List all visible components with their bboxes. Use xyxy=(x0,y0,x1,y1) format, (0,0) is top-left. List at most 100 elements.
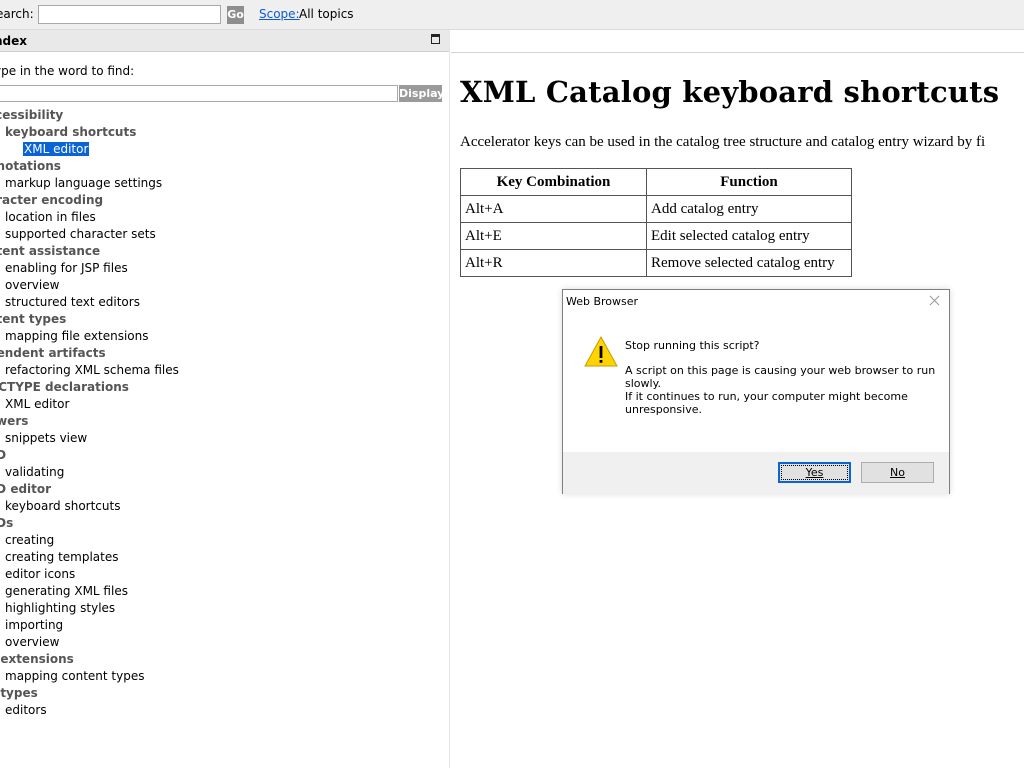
index-entry[interactable]: XML editor xyxy=(0,141,449,158)
index-entry-label: aracter encoding xyxy=(0,193,104,207)
index-group[interactable]: ntent types xyxy=(0,311,449,328)
no-button-label: No xyxy=(890,466,905,479)
index-entry-label: awers xyxy=(0,414,29,428)
table-row: Alt+E Edit selected catalog entry xyxy=(460,222,852,250)
index-entry[interactable]: XML editor xyxy=(0,396,449,413)
index-entry[interactable]: overview xyxy=(0,277,449,294)
column-header: Function xyxy=(646,168,852,196)
index-entry[interactable]: supported character sets xyxy=(0,226,449,243)
index-group[interactable]: TD xyxy=(0,447,449,464)
index-entry-label: TD xyxy=(0,448,6,462)
index-group[interactable]: TDs xyxy=(0,515,449,532)
index-group[interactable]: pendent artifacts xyxy=(0,345,449,362)
index-entry[interactable]: overview xyxy=(0,634,449,651)
index-entry[interactable]: keyboard shortcuts xyxy=(0,498,449,515)
index-entry[interactable]: mapping file extensions xyxy=(0,328,449,345)
index-entry[interactable]: editors xyxy=(0,702,449,719)
index-group[interactable]: TD editor xyxy=(0,481,449,498)
index-entry[interactable]: refactoring XML schema files xyxy=(0,362,449,379)
script-warning-dialog: Web Browser Stop running this script? A … xyxy=(562,289,950,494)
index-entry-label: highlighting styles xyxy=(5,601,116,615)
yes-button[interactable]: Yes xyxy=(778,462,851,483)
index-entry-label: keyboard shortcuts xyxy=(5,499,121,513)
index-entry-label: creating xyxy=(5,533,55,547)
index-entry-label: generating XML files xyxy=(5,584,128,598)
index-entry-label: refactoring XML schema files xyxy=(5,363,179,377)
yes-button-label: Yes xyxy=(805,466,824,479)
table-row: Alt+A Add catalog entry xyxy=(460,195,852,223)
index-entry-label: keyboard shortcuts xyxy=(5,125,137,139)
search-label: earch: xyxy=(0,7,34,21)
index-entry[interactable]: markup language settings xyxy=(0,175,449,192)
index-entry-label: location in files xyxy=(5,210,96,224)
find-label: ype in the word to find: xyxy=(0,64,135,78)
index-entry-label: overview xyxy=(5,635,60,649)
function-cell: Edit selected catalog entry xyxy=(646,222,852,250)
index-entry[interactable]: creating xyxy=(0,532,449,549)
index-entry[interactable]: editor icons xyxy=(0,566,449,583)
index-entry-label: validating xyxy=(5,465,65,479)
index-entry-label: ccessibility xyxy=(0,108,64,122)
index-entry-label: importing xyxy=(5,618,64,632)
index-title: ndex xyxy=(0,34,28,48)
index-entry-label: mapping file extensions xyxy=(5,329,149,343)
index-entry[interactable]: importing xyxy=(0,617,449,634)
index-group[interactable]: ntent assistance xyxy=(0,243,449,260)
index-entry-label: TDs xyxy=(0,516,14,530)
function-cell: Add catalog entry xyxy=(646,195,852,223)
go-button[interactable]: Go xyxy=(227,6,244,24)
index-entry-label: mapping content types xyxy=(5,669,145,683)
intro-paragraph: Accelerator keys can be used in the cata… xyxy=(460,134,986,150)
index-entry-label: pendent artifacts xyxy=(0,346,106,360)
index-group[interactable]: OCTYPE declarations xyxy=(0,379,449,396)
dialog-footer: Yes No xyxy=(563,452,949,494)
no-button[interactable]: No xyxy=(861,462,934,483)
dialog-title: Web Browser xyxy=(566,295,639,308)
index-group[interactable]: nnotations xyxy=(0,158,449,175)
function-cell: Remove selected catalog entry xyxy=(646,249,852,277)
dialog-message-line: A script on this page is causing your we… xyxy=(625,364,936,390)
page-title: XML Catalog keyboard shortcuts xyxy=(460,75,1000,109)
index-entry-label: enabling for JSP files xyxy=(5,261,128,275)
index-group[interactable]: e extensions xyxy=(0,651,449,668)
dialog-message: A script on this page is causing your we… xyxy=(625,364,937,416)
index-entry-label: nnotations xyxy=(0,159,61,173)
close-icon[interactable] xyxy=(928,294,942,308)
key-combination-cell: Alt+R xyxy=(460,249,647,277)
index-tree: ccessibility keyboard shortcuts XML editor… xyxy=(0,107,449,719)
table-header-row: Key Combination Function xyxy=(460,168,852,196)
index-entry-label: editor icons xyxy=(5,567,76,581)
search-toolbar: earch: Go Scope: All topics xyxy=(0,0,1024,30)
index-group[interactable]: e types xyxy=(0,685,449,702)
scope-value: All topics xyxy=(299,7,354,21)
column-header: Key Combination xyxy=(460,168,647,196)
dialog-heading: Stop running this script? xyxy=(625,339,760,352)
search-input[interactable] xyxy=(38,5,221,24)
display-button[interactable]: Display xyxy=(399,85,444,102)
index-entry[interactable]: generating XML files xyxy=(0,583,449,600)
index-group[interactable]: awers xyxy=(0,413,449,430)
index-entry[interactable]: location in files xyxy=(0,209,449,226)
index-entry[interactable]: validating xyxy=(0,464,449,481)
index-header: ndex xyxy=(0,30,449,52)
maximize-icon[interactable] xyxy=(431,34,440,44)
index-entry[interactable]: structured text editors xyxy=(0,294,449,311)
index-entry[interactable]: enabling for JSP files xyxy=(0,260,449,277)
index-panel: ndex ype in the word to find: Display cc… xyxy=(0,30,450,768)
index-entry-label: ntent assistance xyxy=(0,244,101,258)
scope-link[interactable]: Scope: xyxy=(259,7,300,21)
index-entry[interactable]: highlighting styles xyxy=(0,600,449,617)
index-entry[interactable]: creating templates xyxy=(0,549,449,566)
index-entry-label: XML editor xyxy=(23,142,90,156)
index-group[interactable]: ccessibility xyxy=(0,107,449,124)
index-entry-label: XML editor xyxy=(5,397,70,411)
index-entry-label: creating templates xyxy=(5,550,119,564)
index-entry[interactable]: mapping content types xyxy=(0,668,449,685)
index-entry[interactable]: snippets view xyxy=(0,430,449,447)
index-entry[interactable]: keyboard shortcuts xyxy=(0,124,449,141)
find-word-input[interactable] xyxy=(0,85,398,102)
index-entry-label: overview xyxy=(5,278,60,292)
index-group[interactable]: aracter encoding xyxy=(0,192,449,209)
key-combination-cell: Alt+A xyxy=(460,195,647,223)
index-entry-label: OCTYPE declarations xyxy=(0,380,129,394)
